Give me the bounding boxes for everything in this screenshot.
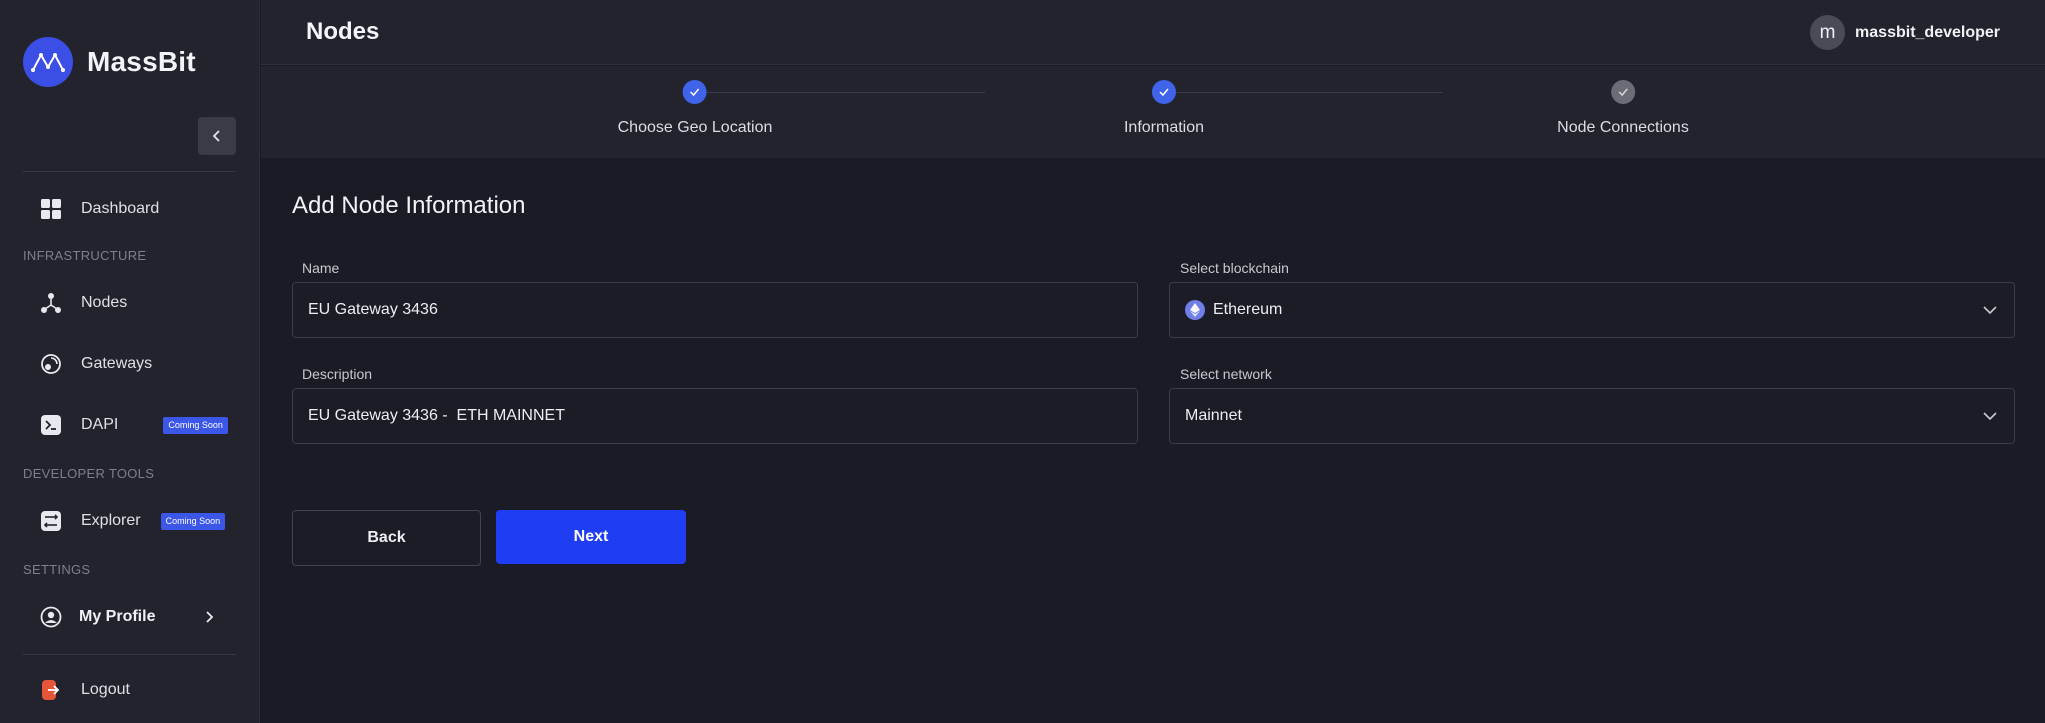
coming-soon-badge: Coming Soon: [160, 512, 226, 530]
step-label: Choose Geo Location: [617, 119, 773, 136]
check-icon: [1151, 80, 1176, 104]
blockchain-label: Select blockchain: [1180, 260, 1289, 276]
section-label-developer-tools: DEVELOPER TOOLS: [23, 466, 155, 481]
next-button[interactable]: Next: [496, 510, 686, 564]
massbit-logo-icon: [23, 37, 73, 87]
logout-icon: [39, 678, 63, 702]
form-title: Add Node Information: [292, 192, 526, 219]
name-input[interactable]: EU Gateway 3436: [292, 282, 1138, 338]
sidebar: MassBit Dashboard INFRASTRUCTURE Nodes G…: [0, 0, 260, 723]
name-value: EU Gateway 3436: [308, 301, 438, 318]
user-menu[interactable]: m massbit_developer: [1810, 15, 2000, 50]
page-title: Nodes: [306, 18, 380, 45]
explorer-icon: [39, 509, 63, 533]
sidebar-item-label: My Profile: [79, 608, 156, 625]
section-label-settings: SETTINGS: [23, 562, 91, 577]
sidebar-item-logout[interactable]: Logout: [23, 668, 236, 712]
step-label: Information: [1123, 119, 1205, 136]
check-icon: [683, 80, 707, 104]
chevron-down-icon: [1983, 412, 1997, 421]
sidebar-item-gateways[interactable]: Gateways: [23, 342, 236, 386]
sidebar-item-explorer[interactable]: Explorer Coming Soon: [23, 499, 236, 543]
chevron-right-icon: [206, 611, 214, 623]
collapse-sidebar-button[interactable]: [198, 117, 236, 155]
blockchain-value: Ethereum: [1213, 301, 1283, 318]
username: massbit_developer: [1855, 23, 2000, 41]
sidebar-item-label: Logout: [81, 681, 130, 698]
nodes-icon: [39, 291, 63, 315]
sidebar-item-dashboard[interactable]: Dashboard: [23, 187, 236, 231]
chevron-down-icon: [1983, 306, 1997, 315]
check-icon: [1610, 80, 1635, 104]
step-label: Node Connections: [1557, 119, 1689, 136]
sidebar-divider: [23, 171, 236, 172]
sidebar-item-my-profile[interactable]: My Profile: [23, 595, 236, 639]
network-value: Mainnet: [1185, 407, 1242, 424]
description-input[interactable]: EU Gateway 3436 - ETH MAINNET: [292, 388, 1138, 444]
sidebar-item-label: DAPI: [81, 416, 119, 433]
coming-soon-badge: Coming Soon: [163, 416, 228, 434]
step-information[interactable]: Information: [1124, 80, 1204, 137]
chevron-left-icon: [212, 130, 220, 142]
dashboard-icon: [39, 197, 63, 221]
name-label: Name: [302, 260, 340, 276]
blockchain-select[interactable]: Ethereum: [1169, 282, 2015, 338]
avatar: m: [1810, 15, 1846, 50]
step-node-connections[interactable]: Node Connections: [1557, 80, 1689, 137]
top-header: Nodes m massbit_developer: [261, 0, 2045, 65]
back-button[interactable]: Back: [292, 510, 481, 566]
network-label: Select network: [1180, 366, 1272, 382]
step-choose-geo-location[interactable]: Choose Geo Location: [617, 80, 773, 137]
network-select[interactable]: Mainnet: [1169, 388, 2015, 444]
step-connector: [1163, 92, 1443, 93]
sidebar-divider: [23, 654, 236, 655]
sidebar-item-label: Explorer: [81, 512, 141, 529]
sidebar-item-dapi[interactable]: DAPI Coming Soon: [23, 403, 236, 447]
progress-stepper: Choose Geo Location Information Node Con…: [261, 66, 2045, 158]
gateways-icon: [39, 352, 63, 376]
sidebar-item-label: Dashboard: [81, 200, 160, 217]
ethereum-icon: [1185, 300, 1205, 320]
brand[interactable]: MassBit: [23, 37, 196, 87]
brand-name: MassBit: [87, 46, 196, 77]
sidebar-item-label: Gateways: [81, 355, 153, 372]
description-value: EU Gateway 3436 - ETH MAINNET: [308, 407, 565, 424]
sidebar-item-label: Nodes: [81, 294, 128, 311]
section-label-infrastructure: INFRASTRUCTURE: [23, 248, 147, 263]
user-circle-icon: [39, 605, 63, 629]
sidebar-item-nodes[interactable]: Nodes: [23, 281, 236, 325]
description-label: Description: [302, 366, 373, 382]
terminal-icon: [39, 413, 63, 437]
